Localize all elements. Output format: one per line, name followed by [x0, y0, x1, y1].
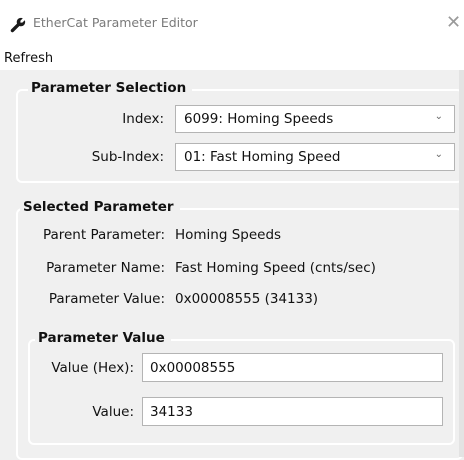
menu-refresh[interactable]: Refresh: [4, 51, 53, 66]
index-select-value: 6099: Homing Speeds: [184, 111, 334, 127]
chevron-down-icon: ⌄: [434, 149, 443, 160]
chevron-down-icon: ⌄: [434, 111, 443, 122]
hex-value-field[interactable]: [142, 353, 443, 382]
parameter-value-label: Parameter Value:: [48, 291, 165, 307]
hex-value-input[interactable]: [143, 354, 442, 381]
subindex-select-value: 01: Fast Homing Speed: [184, 149, 341, 165]
selected-parameter-legend: Selected Parameter: [20, 198, 180, 216]
parent-parameter-value: Homing Speeds: [175, 227, 282, 243]
parent-parameter-label: Parent Parameter:: [42, 227, 165, 243]
title-bar: EtherCat Parameter Editor ✕: [0, 0, 464, 46]
menu-bar: Refresh: [0, 46, 464, 70]
parameter-value-legend: Parameter Value: [35, 329, 171, 347]
index-label: Index:: [122, 111, 164, 127]
parameter-selection-legend: Parameter Selection: [28, 79, 193, 97]
hex-value-label: Value (Hex):: [51, 360, 134, 376]
decimal-value-field[interactable]: [142, 397, 443, 426]
parameter-value-readout: 0x00008555 (34133): [175, 291, 319, 307]
decimal-value-input[interactable]: [143, 398, 442, 425]
parameter-name-label: Parameter Name:: [46, 260, 165, 276]
subindex-label: Sub-Index:: [91, 149, 164, 165]
window-title: EtherCat Parameter Editor: [33, 15, 198, 30]
close-icon[interactable]: ✕: [446, 12, 461, 33]
scrollbar-track[interactable]: [459, 70, 464, 457]
parameter-name-value: Fast Homing Speed (cnts/sec): [175, 260, 376, 276]
subindex-select[interactable]: 01: Fast Homing Speed ⌄: [175, 143, 455, 171]
decimal-value-label: Value:: [92, 404, 134, 420]
wrench-icon: [10, 17, 26, 33]
index-select[interactable]: 6099: Homing Speeds ⌄: [175, 105, 455, 133]
